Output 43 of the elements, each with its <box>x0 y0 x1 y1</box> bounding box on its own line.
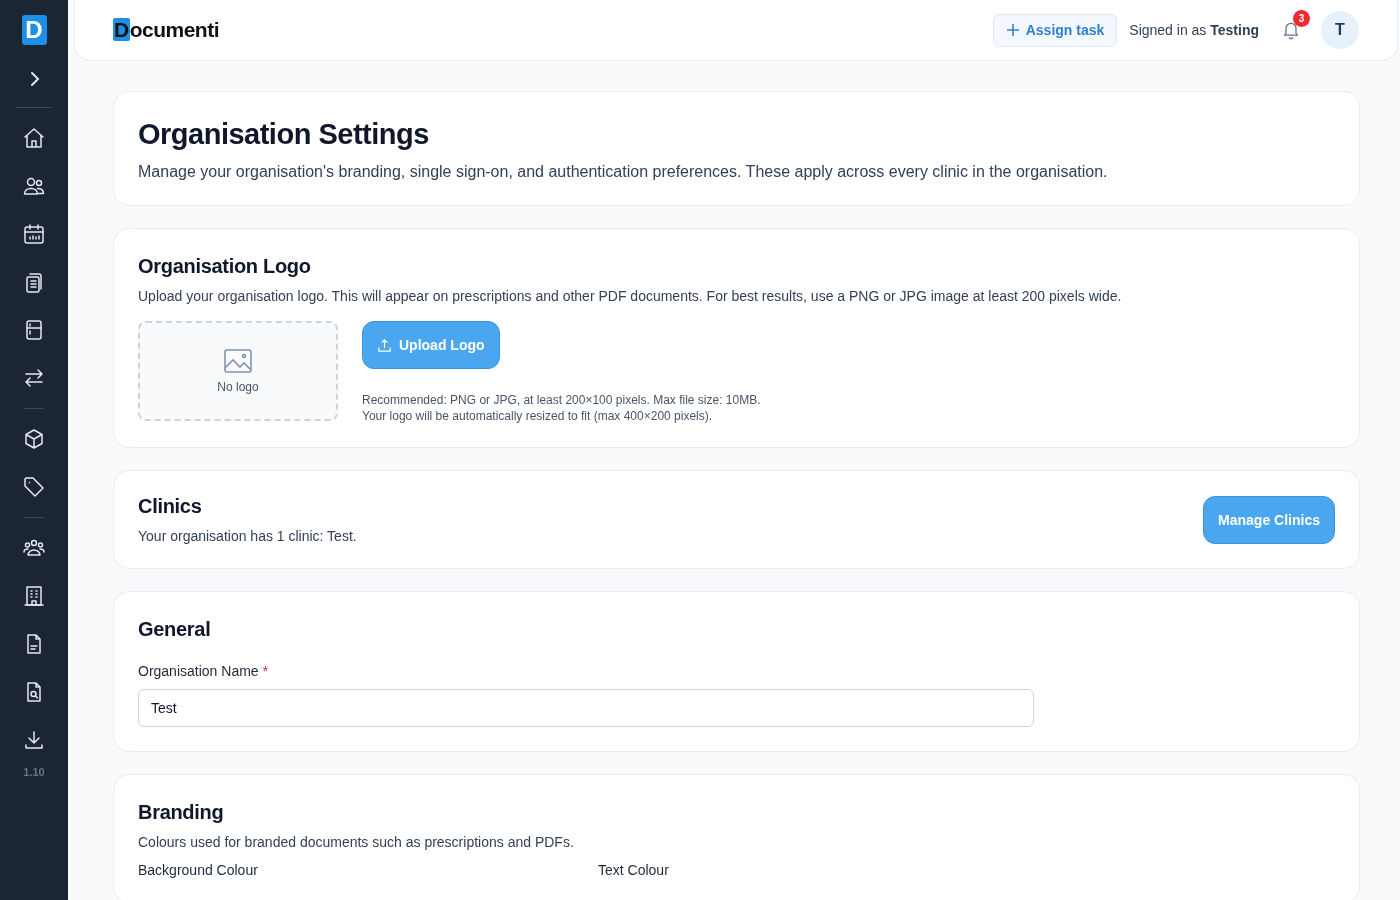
upload-hint: Recommended: PNG or JPG, at least 200×100 pixels. Max file size: 10MB. <box>362 393 761 407</box>
section-title: Clinics <box>138 495 203 518</box>
logo-dropzone[interactable]: No logo <box>138 321 338 421</box>
version-label: 1.10 <box>23 766 45 778</box>
upload-hint: Your logo will be automatically resized to fit (max 400×200 pixels). <box>362 409 714 423</box>
no-logo-text: No logo <box>217 380 259 394</box>
home-icon <box>22 126 46 150</box>
section-title: General <box>138 618 212 641</box>
tag-nav-button[interactable] <box>22 475 46 499</box>
section-description: Upload your organisation logo. This will appear on prescriptions and other PDF documents. For best results, use a PNG or JPG image at least 200 pixels wide. <box>138 288 1123 304</box>
user-avatar[interactable]: T <box>1321 11 1359 49</box>
notifications-button[interactable] <box>1281 20 1301 40</box>
page-title: Organisation Settings <box>138 118 430 151</box>
calendar-icon <box>22 222 46 246</box>
plus-icon <box>1005 23 1020 37</box>
calendar-nav-button[interactable] <box>22 222 46 246</box>
brand-logo[interactable]: Documenti <box>113 18 219 42</box>
upload-icon <box>377 337 392 353</box>
download-icon <box>22 728 46 752</box>
notification-count: 3 <box>1293 10 1310 27</box>
bell-icon <box>1281 20 1301 40</box>
download-nav-button[interactable] <box>22 728 46 752</box>
home-nav-button[interactable] <box>22 126 46 150</box>
transfer-icon <box>22 366 46 390</box>
building-icon <box>22 584 46 608</box>
organisation-name-field[interactable]: Test <box>138 689 1034 727</box>
assign-task-button[interactable]: Assign task <box>992 13 1118 47</box>
image-icon <box>223 348 253 374</box>
field-label: Organisation Name <box>138 663 259 679</box>
tag-icon <box>22 475 46 499</box>
field-label: Text Colour <box>598 862 669 878</box>
transfer-nav-button[interactable] <box>22 366 46 390</box>
section-description: Your organisation has 1 clinic: Test. <box>138 528 358 544</box>
section-description: Colours used for branded documents such as prescriptions and PDFs. <box>138 834 575 850</box>
field-label: Background Colour <box>138 862 258 878</box>
section-title: Branding <box>138 801 225 824</box>
building-nav-button[interactable] <box>22 584 46 608</box>
signed-in-text: Signed in as Testing <box>1129 22 1259 38</box>
required-mark: * <box>262 663 269 679</box>
page-description: Manage your organisation's branding, single sign-on, and authentication preferences. These apply across every clinic in the organisation. <box>138 163 1109 181</box>
cube-icon <box>22 427 46 451</box>
cube-nav-button[interactable] <box>22 427 46 451</box>
section-title: Organisation Logo <box>138 255 312 278</box>
